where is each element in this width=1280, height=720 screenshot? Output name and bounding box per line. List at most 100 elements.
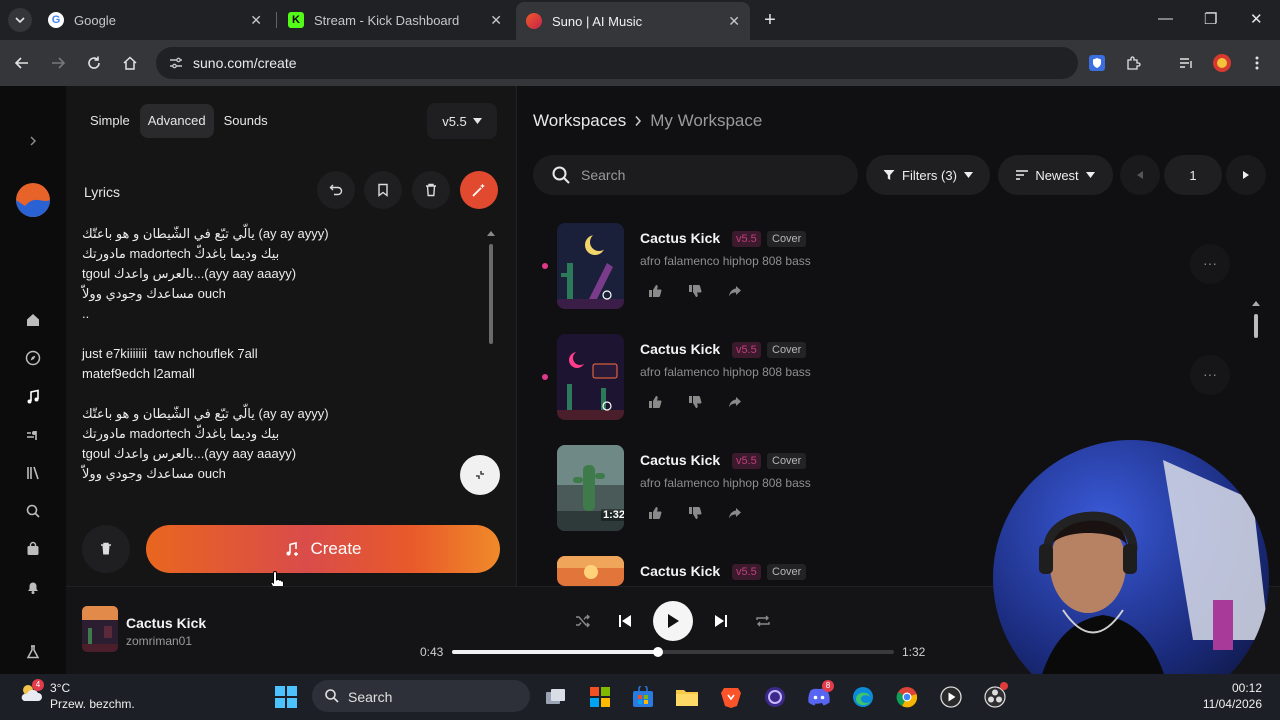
lyrics-scrollbar[interactable] [487, 230, 495, 348]
share-button[interactable] [726, 505, 744, 521]
share-button[interactable] [726, 283, 744, 299]
window-close-button[interactable]: ✕ [1250, 10, 1263, 28]
restore-button[interactable]: ❐ [1204, 10, 1217, 28]
collapse-lyrics-button[interactable] [460, 455, 500, 495]
clear-all-button[interactable] [82, 525, 130, 573]
tab-google[interactable]: G Google ✕ [38, 4, 272, 36]
song-title[interactable]: Cactus Kick [640, 563, 720, 579]
extensions-button[interactable] [1122, 52, 1144, 74]
song-cover-art[interactable] [557, 334, 624, 420]
like-button[interactable] [646, 283, 664, 299]
obs-like-app[interactable] [762, 684, 788, 710]
mode-sounds[interactable]: Sounds [216, 104, 276, 138]
minimize-button[interactable]: — [1158, 10, 1173, 27]
clock-time[interactable]: 00:12 [1190, 681, 1262, 695]
version-select[interactable]: v5.5 [427, 103, 497, 139]
song-title[interactable]: Cactus Kick [640, 452, 720, 468]
new-tab-button[interactable]: + [758, 8, 782, 32]
nav-studio[interactable] [22, 424, 44, 446]
close-icon[interactable]: ✕ [490, 12, 502, 29]
sort-button[interactable]: Newest [998, 155, 1113, 195]
nav-store[interactable] [22, 538, 44, 560]
player-cover-art[interactable] [82, 606, 118, 652]
song-cover-art[interactable] [557, 556, 624, 586]
like-button[interactable] [646, 394, 664, 410]
store-app[interactable] [630, 684, 656, 710]
profile-button[interactable] [1211, 52, 1233, 74]
progress-bar[interactable] [452, 647, 894, 657]
breadcrumb-workspaces[interactable]: Workspaces [533, 111, 626, 131]
nav-notifications[interactable] [22, 576, 44, 598]
file-explorer-app[interactable] [674, 684, 700, 710]
generate-lyrics-button[interactable] [460, 171, 498, 209]
workspace-scrollbar[interactable] [1252, 300, 1260, 340]
media-control-button[interactable] [1175, 52, 1197, 74]
shuffle-button[interactable] [572, 610, 594, 632]
expand-sidebar-button[interactable] [22, 130, 44, 152]
page-number[interactable]: 1 [1164, 155, 1222, 195]
browser-menu-button[interactable] [1246, 52, 1268, 74]
song-cover-art[interactable]: 1:32 [557, 445, 624, 531]
home-button[interactable] [119, 52, 141, 74]
mode-simple[interactable]: Simple [82, 104, 138, 138]
tab-search-button[interactable] [8, 8, 32, 32]
share-button[interactable] [726, 394, 744, 410]
reload-button[interactable] [83, 52, 105, 74]
play-button[interactable] [653, 601, 693, 641]
player-artist[interactable]: zomriman01 [126, 634, 192, 648]
repeat-button[interactable] [752, 610, 774, 632]
next-track-button[interactable] [710, 610, 732, 632]
more-options-button[interactable]: ··· [1190, 244, 1230, 284]
lyrics-textarea[interactable]: يالّي تبّع في الشّيطان و هو باعتّك (ay a… [82, 226, 482, 496]
previous-track-button[interactable] [614, 610, 636, 632]
chrome-app[interactable] [894, 684, 920, 710]
nav-library[interactable] [22, 462, 44, 484]
task-view-button[interactable] [543, 684, 569, 710]
workspace-search-input[interactable]: Search [533, 155, 858, 195]
site-info-icon[interactable] [168, 55, 184, 71]
taskbar-search[interactable]: Search [312, 680, 530, 712]
dislike-button[interactable] [686, 394, 704, 410]
start-button[interactable] [273, 684, 299, 710]
create-button[interactable]: Create [146, 525, 500, 573]
nav-create[interactable] [22, 386, 44, 408]
dislike-button[interactable] [686, 283, 704, 299]
tab-kick[interactable]: K Stream - Kick Dashboard ✕ [278, 4, 512, 36]
widgets-app[interactable] [587, 684, 613, 710]
mode-advanced[interactable]: Advanced [139, 104, 214, 138]
like-button[interactable] [646, 505, 664, 521]
previous-page-button[interactable] [1120, 155, 1160, 195]
nav-labs[interactable] [22, 641, 44, 663]
song-title[interactable]: Cactus Kick [640, 230, 720, 246]
song-row[interactable]: Cactus Kick v5.5 Cover afro falamenco hi… [540, 334, 1240, 434]
address-bar[interactable]: suno.com/create [156, 47, 1078, 79]
save-lyrics-button[interactable] [364, 171, 402, 209]
filters-button[interactable]: Filters (3) [866, 155, 990, 195]
brave-browser-app[interactable] [718, 684, 744, 710]
nav-explore[interactable] [22, 347, 44, 369]
extension-shield-button[interactable] [1086, 52, 1108, 74]
undo-button[interactable] [317, 171, 355, 209]
song-cover-art[interactable] [557, 223, 624, 309]
discord-app[interactable]: 8 [806, 680, 834, 710]
nav-home[interactable] [22, 309, 44, 331]
song-title[interactable]: Cactus Kick [640, 341, 720, 357]
clock-date[interactable]: 11/04/2026 [1180, 697, 1262, 711]
close-icon[interactable]: ✕ [250, 12, 262, 29]
tab-suno[interactable]: Suno | AI Music ✕ [516, 2, 750, 40]
nav-search[interactable] [22, 500, 44, 522]
clear-lyrics-button[interactable] [412, 171, 450, 209]
dislike-button[interactable] [686, 505, 704, 521]
next-page-button[interactable] [1226, 155, 1266, 195]
weather-widget[interactable]: 4 [18, 679, 44, 705]
forward-button[interactable] [47, 52, 69, 74]
obs-app[interactable] [982, 682, 1008, 710]
suno-logo[interactable] [15, 182, 51, 218]
edge-app[interactable] [850, 684, 876, 710]
media-player-app[interactable] [938, 684, 964, 710]
song-row[interactable]: Cactus Kick v5.5 Cover afro falamenco hi… [540, 223, 1240, 323]
more-options-button[interactable]: ··· [1190, 355, 1230, 395]
close-icon[interactable]: ✕ [728, 13, 740, 30]
breadcrumb-current[interactable]: My Workspace [650, 111, 762, 131]
back-button[interactable] [11, 52, 33, 74]
